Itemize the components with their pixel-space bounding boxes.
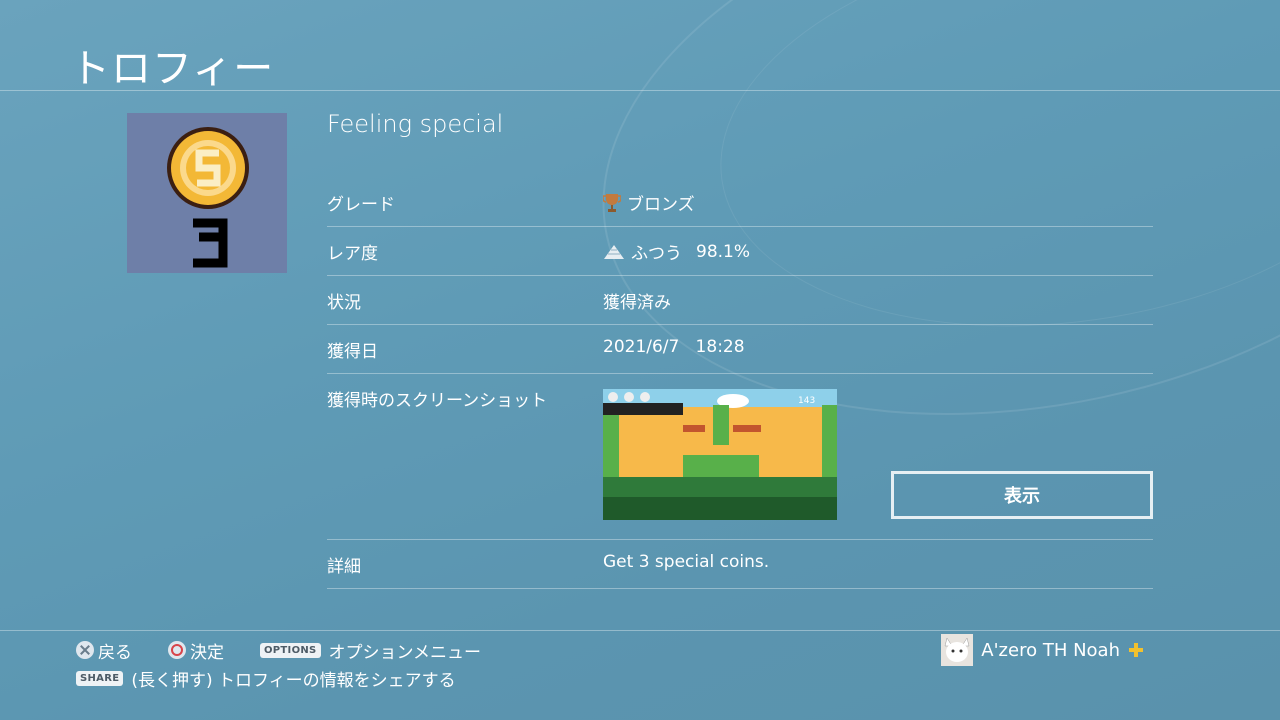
date-label: 獲得日 [327, 342, 378, 362]
rarity-percent: 98.1% [696, 241, 751, 262]
page-title: トロフィー [70, 46, 275, 92]
avatar [941, 634, 974, 666]
options-key-icon: OPTIONS [260, 642, 321, 658]
detail-value: Get 3 special coins. [603, 552, 770, 572]
confirm-hint[interactable]: 決定 [190, 638, 224, 663]
divider [0, 90, 1280, 91]
detail-row: 詳細 Get 3 special coins. [327, 540, 1153, 589]
circle-button-icon [168, 641, 186, 659]
rarity-pyramid-icon [604, 244, 624, 259]
rarity-label: レア度 [327, 244, 378, 264]
date-value: 2021/6/7 18:28 [603, 337, 745, 357]
grade-row: グレード ブロンズ [327, 178, 1153, 227]
screenshot-thumbnail[interactable]: 143 [603, 389, 837, 520]
share-key-icon: SHARE [76, 670, 124, 686]
grade-value: ブロンズ [627, 195, 695, 215]
svg-text:143: 143 [798, 396, 815, 406]
status-label: 状況 [327, 293, 361, 313]
ps-plus-icon [1129, 643, 1143, 657]
status-row: 状況 獲得済み [327, 276, 1153, 325]
grade-label: グレード [327, 195, 395, 215]
hint-line-2: SHARE (長く押す) トロフィーの情報をシェアする [76, 664, 481, 692]
trophy-name: Feeling special [327, 110, 504, 138]
screenshot-label: 獲得時のスクリーンショット [327, 391, 548, 411]
view-screenshot-button[interactable]: 表示 [891, 471, 1153, 519]
share-hint[interactable]: (長く押す) トロフィーの情報をシェアする [131, 666, 455, 691]
screenshot-row: 獲得時のスクリーンショット 143 表示 [327, 374, 1153, 540]
trophy-details: グレード ブロンズ レア度 ふつう 98.1% 状況 獲得済み 獲得日 2021… [327, 178, 1153, 589]
cross-button-icon [76, 641, 94, 659]
hint-line-1: 戻る 決定 OPTIONS オプションメニュー [76, 636, 481, 664]
grade-value-group: ブロンズ [603, 190, 695, 215]
status-value: 獲得済み [603, 293, 671, 313]
back-hint[interactable]: 戻る [98, 638, 132, 663]
date-row: 獲得日 2021/6/7 18:28 [327, 325, 1153, 374]
bronze-trophy-icon [603, 193, 621, 212]
button-hints: 戻る 決定 OPTIONS オプションメニュー SHARE (長く押す) トロフ… [76, 636, 481, 692]
user-profile[interactable]: A'zero TH Noah [941, 634, 1144, 666]
options-hint[interactable]: オプションメニュー [329, 638, 482, 663]
divider [0, 630, 1280, 631]
rarity-row: レア度 ふつう 98.1% [327, 227, 1153, 276]
rarity-value-group: ふつう 98.1% [603, 239, 750, 264]
user-name: A'zero TH Noah [981, 639, 1120, 661]
detail-label: 詳細 [327, 557, 361, 577]
pixel-coin-3-icon [127, 113, 287, 273]
rarity-value: ふつう [631, 244, 682, 264]
